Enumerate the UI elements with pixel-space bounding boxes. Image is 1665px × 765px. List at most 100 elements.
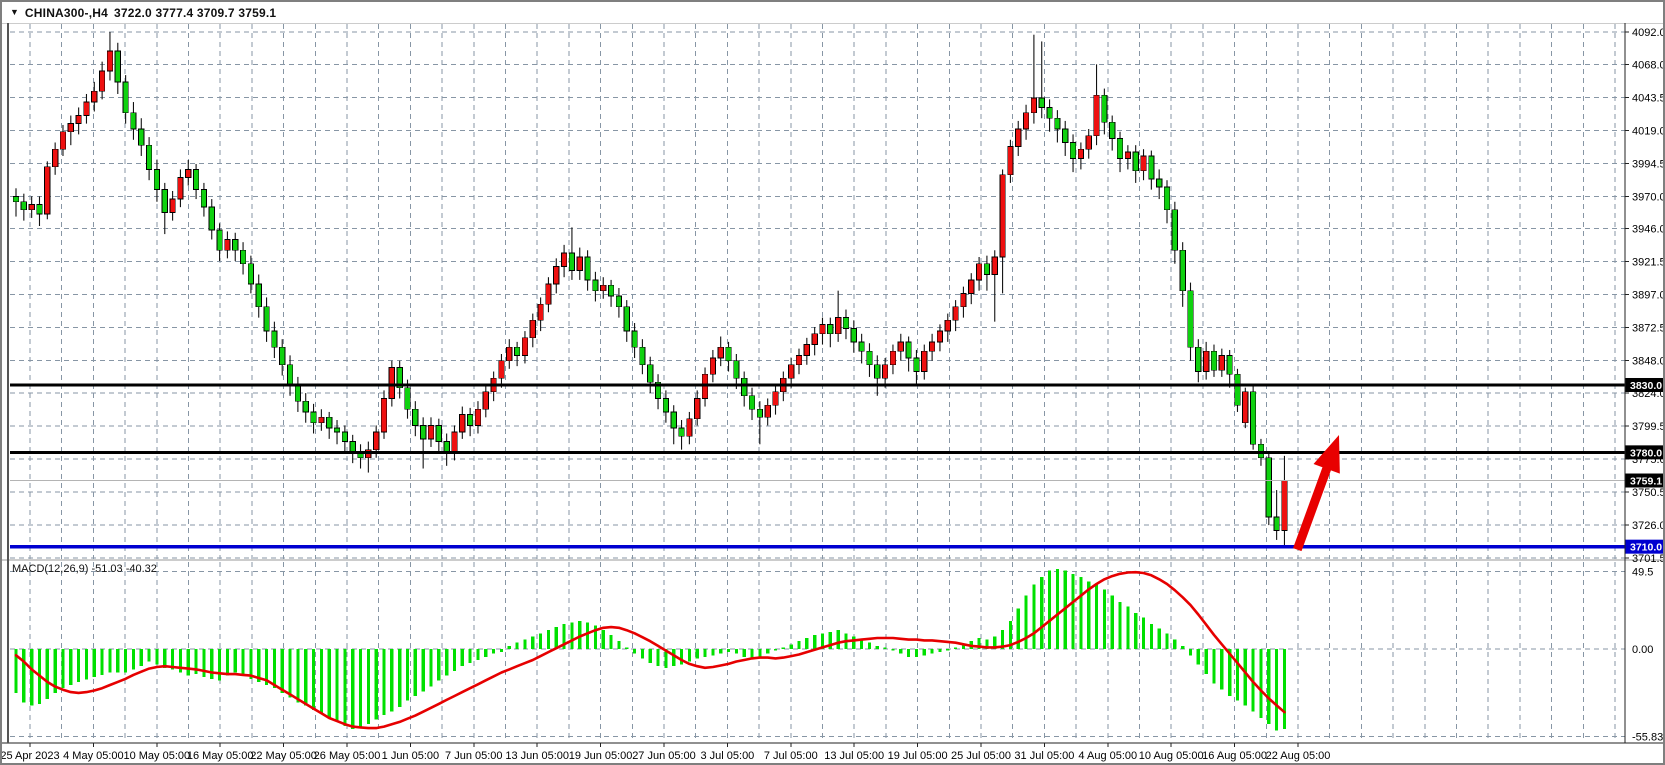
candle (671, 412, 676, 428)
macd-bar (476, 649, 479, 660)
candle (29, 204, 34, 209)
candle (679, 428, 684, 436)
candle (1125, 152, 1130, 159)
candle (1211, 351, 1216, 370)
macd-bar (1205, 649, 1208, 674)
macd-bar (320, 649, 323, 713)
macd-bar (85, 649, 88, 680)
annotation-arrow[interactable] (1284, 430, 1352, 554)
candle (428, 425, 433, 438)
candle (632, 331, 637, 347)
macd-bar (437, 649, 440, 680)
macd-bar (30, 649, 33, 705)
candle (1172, 210, 1177, 250)
price-axis-label: 3872.5 (1632, 323, 1665, 335)
macd-scale-label: 0.00 (1632, 644, 1653, 656)
macd-bar (766, 649, 769, 654)
time-axis-label: 22 May 05:00 (250, 750, 317, 762)
candle (1094, 95, 1099, 135)
candle (835, 318, 840, 334)
arrow-up-icon[interactable] (1284, 430, 1352, 554)
candle (209, 207, 214, 230)
macd-bar (335, 649, 338, 721)
macd-bar (1040, 577, 1043, 649)
macd-bar (813, 635, 816, 649)
macd-bar (218, 649, 221, 680)
candle (1086, 136, 1091, 149)
candle (467, 415, 472, 426)
macd-bar (633, 649, 636, 654)
candle (1070, 142, 1075, 158)
macd-bar (782, 647, 785, 649)
macd-bar (656, 649, 659, 666)
candle (734, 361, 739, 379)
candle (475, 409, 480, 425)
candle (483, 392, 488, 410)
candle (796, 355, 801, 364)
macd-bar (923, 649, 926, 655)
macd-bar (1197, 649, 1200, 665)
candle (139, 129, 144, 145)
macd-bar (868, 643, 871, 649)
candle (1227, 355, 1232, 374)
time-axis-label: 25 Jul 05:00 (951, 750, 1011, 762)
macd-bar (445, 649, 448, 676)
time-axis[interactable]: 25 Apr 20234 May 05:0010 May 05:0016 May… (2, 743, 1330, 762)
macd-bar (703, 649, 706, 657)
candle (663, 398, 668, 411)
candle (726, 347, 731, 360)
chart-canvas[interactable]: 4092.04068.04043.54019.03994.53970.03946… (2, 2, 1665, 765)
candle (695, 398, 700, 418)
candle (1149, 156, 1154, 179)
macd-bar (61, 649, 64, 688)
macd-bar (790, 644, 793, 649)
time-axis-label: 22 Aug 05:00 (1266, 750, 1331, 762)
chart-ohlc-values: 3722.0 3777.4 3709.7 3759.1 (114, 6, 276, 20)
price-axis-label: 3726.0 (1632, 520, 1665, 532)
time-axis-label: 10 Aug 05:00 (1139, 750, 1204, 762)
macd-bar (375, 649, 378, 720)
macd-bar (938, 649, 941, 652)
candle (953, 307, 958, 320)
macd-bar (696, 649, 699, 658)
candle (937, 331, 942, 342)
chart-title-bar: ▼ CHINA300-,H4 3722.0 3777.4 3709.7 3759… (2, 2, 1663, 23)
candle (420, 425, 425, 438)
macd-bar (312, 649, 315, 710)
macd-bar (328, 649, 331, 718)
candle (569, 253, 574, 271)
macd-bar (805, 638, 808, 649)
candle (1133, 152, 1138, 171)
candle (444, 442, 449, 453)
macd-bar (132, 649, 135, 669)
candle (115, 51, 120, 82)
candle (84, 102, 89, 115)
macd-bar (1126, 607, 1129, 649)
macd-bar (680, 649, 683, 665)
candle (1203, 351, 1208, 371)
candle (624, 307, 629, 331)
macd-bar (1071, 574, 1074, 649)
candle (530, 320, 535, 338)
candle (154, 169, 159, 189)
candle (804, 345, 809, 356)
candle (1023, 113, 1028, 129)
macd-bar (77, 649, 80, 682)
candle (1274, 517, 1279, 530)
candle (334, 428, 339, 432)
candle (256, 284, 261, 307)
candle (843, 318, 848, 329)
chart-menu-dropdown-icon[interactable]: ▼ (10, 8, 19, 17)
candle (52, 149, 57, 167)
candle (577, 257, 582, 270)
candle (272, 331, 277, 347)
macd-bar (273, 649, 276, 688)
macd-bar (735, 649, 738, 654)
price-axis-label: 3946.0 (1632, 224, 1665, 236)
candle (327, 417, 332, 428)
macd-bar (367, 649, 370, 724)
macd-bar (22, 649, 25, 702)
candle (193, 169, 198, 189)
candle (898, 342, 903, 351)
macd-bar (500, 649, 503, 652)
